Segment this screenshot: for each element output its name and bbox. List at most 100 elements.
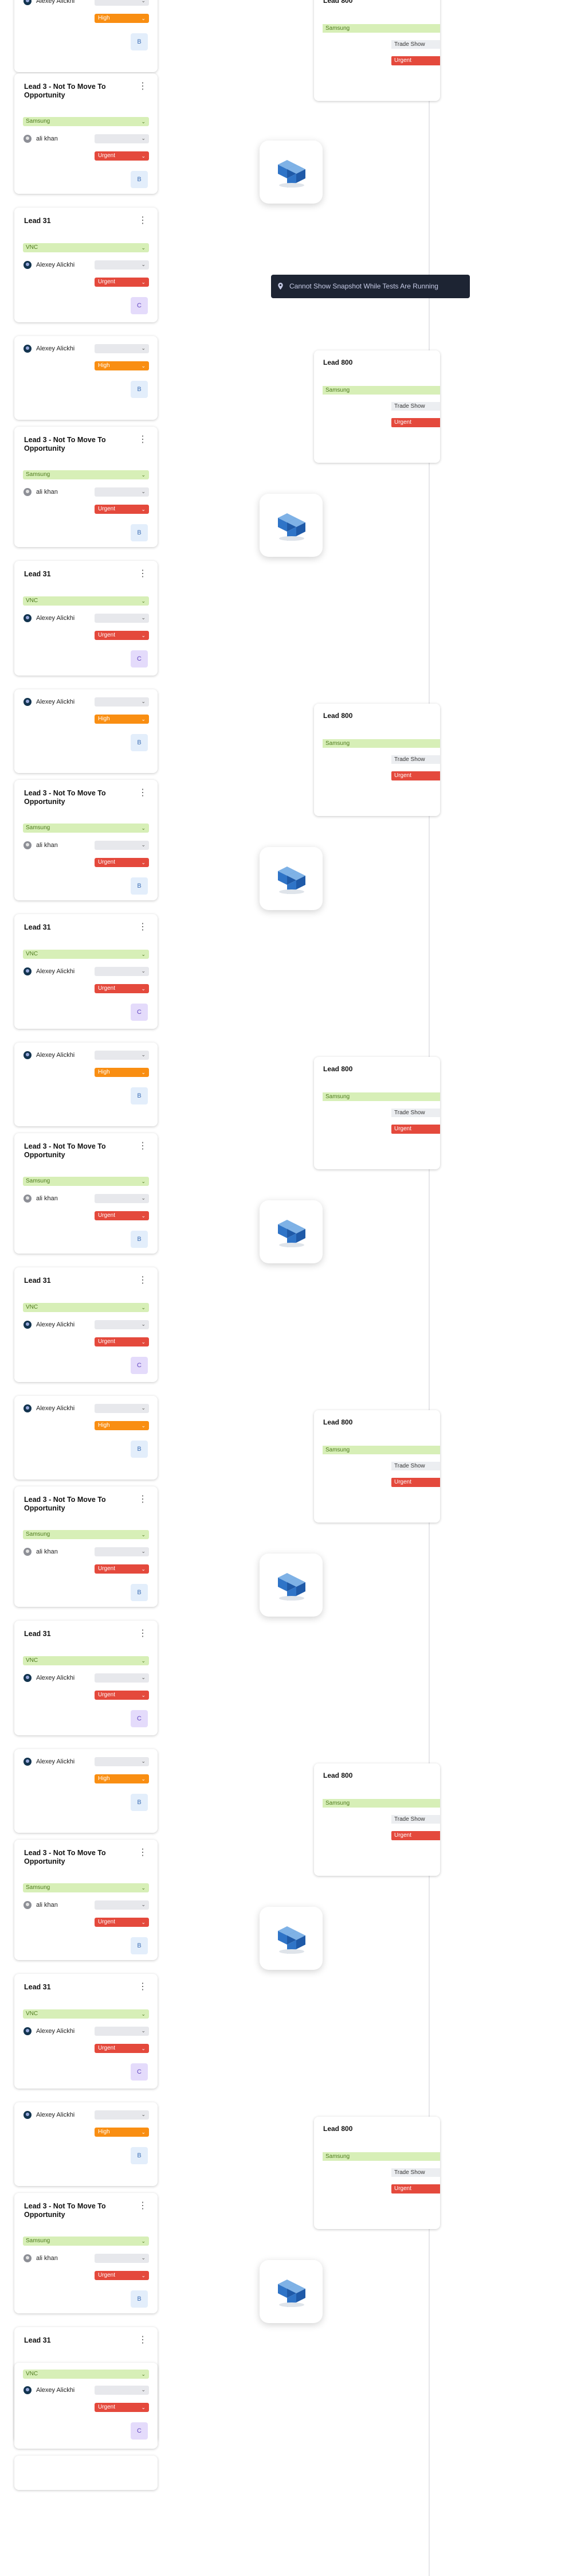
owner-select[interactable]: ⌄ xyxy=(95,344,149,353)
company-select[interactable]: Samsung ⌄ xyxy=(23,470,149,479)
lead-card[interactable]: Lead 31 ⋮ VNC⌄ Alexey Alickhi ⌄ Urgent⌄ … xyxy=(14,1621,158,1735)
priority-select[interactable]: Urgent⌄ xyxy=(95,2271,149,2280)
priority-select[interactable]: Urgent xyxy=(391,2184,440,2193)
company-select[interactable]: VNC⌄ xyxy=(23,596,149,606)
owner-select[interactable]: ⌄ xyxy=(95,1900,149,1910)
priority-select[interactable]: Urgent xyxy=(391,56,440,65)
owner-select[interactable]: ⌄ xyxy=(95,2110,149,2120)
lead-card[interactable]: VNC ⌄ Alexey Alickhi ⌄ Urgent ⌄ C xyxy=(14,2363,158,2449)
lead-card[interactable]: Alexey Alickhi ⌄ High ⌄ B xyxy=(14,1749,158,1833)
lead-card[interactable]: Lead 3 - Not To Move To Opportunity ⋮ Sa… xyxy=(14,1486,158,1607)
priority-select[interactable]: Urgent xyxy=(391,1831,440,1840)
lead-card[interactable] xyxy=(14,2456,158,2490)
company-select[interactable]: Samsung xyxy=(323,386,440,395)
initial-button[interactable]: B xyxy=(131,1794,148,1811)
owner-select[interactable]: ⌄ xyxy=(95,1194,149,1203)
priority-select[interactable]: Urgent⌄ xyxy=(95,505,149,514)
owner-select[interactable]: ⌄ xyxy=(95,487,149,497)
priority-select[interactable]: Urgent xyxy=(391,771,440,780)
initial-button[interactable]: C xyxy=(131,1710,148,1727)
owner-select[interactable]: ⌄ xyxy=(95,2254,149,2263)
priority-select[interactable]: Urgent xyxy=(391,1125,440,1134)
initial-button[interactable]: B xyxy=(131,524,148,541)
lead-card[interactable]: Lead 800 Samsung Trade Show Urgent xyxy=(314,350,440,463)
priority-select[interactable]: Urgent⌄ xyxy=(95,278,149,287)
lead-card[interactable]: Alexey Alickhi ⌄ High ⌄ B xyxy=(14,689,158,773)
more-menu-icon[interactable]: ⋮ xyxy=(138,435,147,444)
lead-card[interactable]: Lead 31 ⋮ VNC⌄ Alexey Alickhi ⌄ Urgent⌄ … xyxy=(14,561,158,676)
more-menu-icon[interactable]: ⋮ xyxy=(138,1848,147,1857)
lead-card[interactable]: Lead 800 Samsung Trade Show Urgent xyxy=(314,704,440,816)
lead-card[interactable]: Lead 3 - Not To Move To Opportunity ⋮ Sa… xyxy=(14,427,158,547)
more-menu-icon[interactable]: ⋮ xyxy=(138,2336,147,2345)
company-select[interactable]: Samsung ⌄ xyxy=(23,1530,149,1539)
company-select[interactable]: Samsung xyxy=(323,1799,440,1808)
owner-select[interactable]: ⌄ xyxy=(95,2386,149,2395)
owner-select[interactable]: ⌄ xyxy=(95,0,149,6)
priority-select[interactable]: Urgent xyxy=(391,418,440,427)
more-menu-icon[interactable]: ⋮ xyxy=(138,923,147,932)
lead-card[interactable]: Lead 31 ⋮ VNC⌄ Alexey Alickhi ⌄ Urgent⌄ … xyxy=(14,1974,158,2089)
owner-select[interactable]: ⌄ xyxy=(95,1547,149,1556)
company-select[interactable]: VNC⌄ xyxy=(23,950,149,959)
owner-select[interactable]: ⌄ xyxy=(95,2027,149,2036)
initial-button[interactable]: B xyxy=(131,1937,148,1954)
priority-select[interactable]: Urgent⌄ xyxy=(95,984,149,993)
company-select[interactable]: Samsung xyxy=(323,2152,440,2161)
more-menu-icon[interactable]: ⋮ xyxy=(138,2202,147,2211)
owner-select[interactable]: ⌄ xyxy=(95,1320,149,1329)
owner-select[interactable]: ⌄ xyxy=(95,1757,149,1766)
more-menu-icon[interactable]: ⋮ xyxy=(138,1495,147,1504)
lead-card[interactable]: Lead 3 - Not To Move To Opportunity ⋮ Sa… xyxy=(14,1840,158,1960)
lead-card[interactable]: Lead 31 ⋮ VNC⌄ Alexey Alickhi ⌄ Urgent⌄ … xyxy=(14,914,158,1029)
priority-select[interactable]: High ⌄ xyxy=(95,1774,149,1783)
priority-select[interactable]: Urgent⌄ xyxy=(95,1918,149,1927)
more-menu-icon[interactable]: ⋮ xyxy=(138,789,147,798)
initial-button[interactable]: B xyxy=(131,734,148,751)
initial-button[interactable]: B xyxy=(131,381,148,398)
priority-select[interactable]: High ⌄ xyxy=(95,1068,149,1077)
company-select[interactable]: Samsung xyxy=(323,1092,440,1101)
initial-button[interactable]: C xyxy=(131,2063,148,2081)
initial-button[interactable]: B xyxy=(131,33,148,50)
more-menu-icon[interactable]: ⋮ xyxy=(138,569,147,579)
priority-select[interactable]: High ⌄ xyxy=(95,14,149,23)
owner-select[interactable]: ⌄ xyxy=(95,697,149,707)
company-select[interactable]: VNC⌄ xyxy=(23,2370,149,2379)
owner-select[interactable]: ⌄ xyxy=(95,1051,149,1060)
company-select[interactable]: Samsung ⌄ xyxy=(23,823,149,833)
initial-button[interactable]: B xyxy=(131,1441,148,1458)
priority-select[interactable]: Urgent⌄ xyxy=(95,631,149,640)
lead-card[interactable]: Lead 800 Samsung Trade Show Urgent xyxy=(314,1057,440,1169)
initial-button[interactable]: B xyxy=(131,1087,148,1104)
company-select[interactable]: Samsung xyxy=(323,1446,440,1454)
initial-button[interactable]: B xyxy=(131,1584,148,1601)
lead-card[interactable]: Lead 3 - Not To Move To Opportunity ⋮ Sa… xyxy=(14,2193,158,2313)
company-select[interactable]: VNC⌄ xyxy=(23,2009,149,2019)
more-menu-icon[interactable]: ⋮ xyxy=(138,82,147,91)
initial-button[interactable]: B xyxy=(131,2290,148,2308)
priority-select[interactable]: Urgent⌄ xyxy=(95,858,149,867)
lead-card[interactable]: Alexey Alickhi ⌄ High ⌄ B xyxy=(14,1043,158,1126)
lead-card[interactable]: Alexey Alickhi ⌄ High ⌄ B xyxy=(14,336,158,420)
initial-button[interactable]: B xyxy=(131,171,148,188)
lead-card[interactable]: Lead 800 Samsung Trade Show Urgent xyxy=(314,1763,440,1876)
lead-card[interactable]: Lead 3 - Not To Move To Opportunity ⋮ Sa… xyxy=(14,780,158,900)
company-select[interactable]: Samsung ⌄ xyxy=(23,117,149,126)
lead-card[interactable]: Lead 3 - Not To Move To Opportunity ⋮ Sa… xyxy=(14,73,158,194)
more-menu-icon[interactable]: ⋮ xyxy=(138,1142,147,1151)
company-select[interactable]: Samsung ⌄ xyxy=(23,1177,149,1186)
initial-button[interactable]: C xyxy=(131,2422,148,2440)
company-select[interactable]: Samsung xyxy=(323,739,440,748)
priority-select[interactable]: Urgent⌄ xyxy=(95,151,149,161)
owner-select[interactable]: ⌄ xyxy=(95,134,149,143)
company-select[interactable]: Samsung ⌄ xyxy=(23,2237,149,2246)
priority-select[interactable]: Urgent xyxy=(391,1478,440,1487)
more-menu-icon[interactable]: ⋮ xyxy=(138,1629,147,1638)
more-menu-icon[interactable]: ⋮ xyxy=(138,1276,147,1285)
company-select[interactable]: VNC⌄ xyxy=(23,1656,149,1665)
initial-button[interactable]: B xyxy=(131,877,148,895)
priority-select[interactable]: Urgent⌄ xyxy=(95,1691,149,1700)
company-select[interactable]: VNC⌄ xyxy=(23,1303,149,1312)
more-menu-icon[interactable]: ⋮ xyxy=(138,216,147,225)
